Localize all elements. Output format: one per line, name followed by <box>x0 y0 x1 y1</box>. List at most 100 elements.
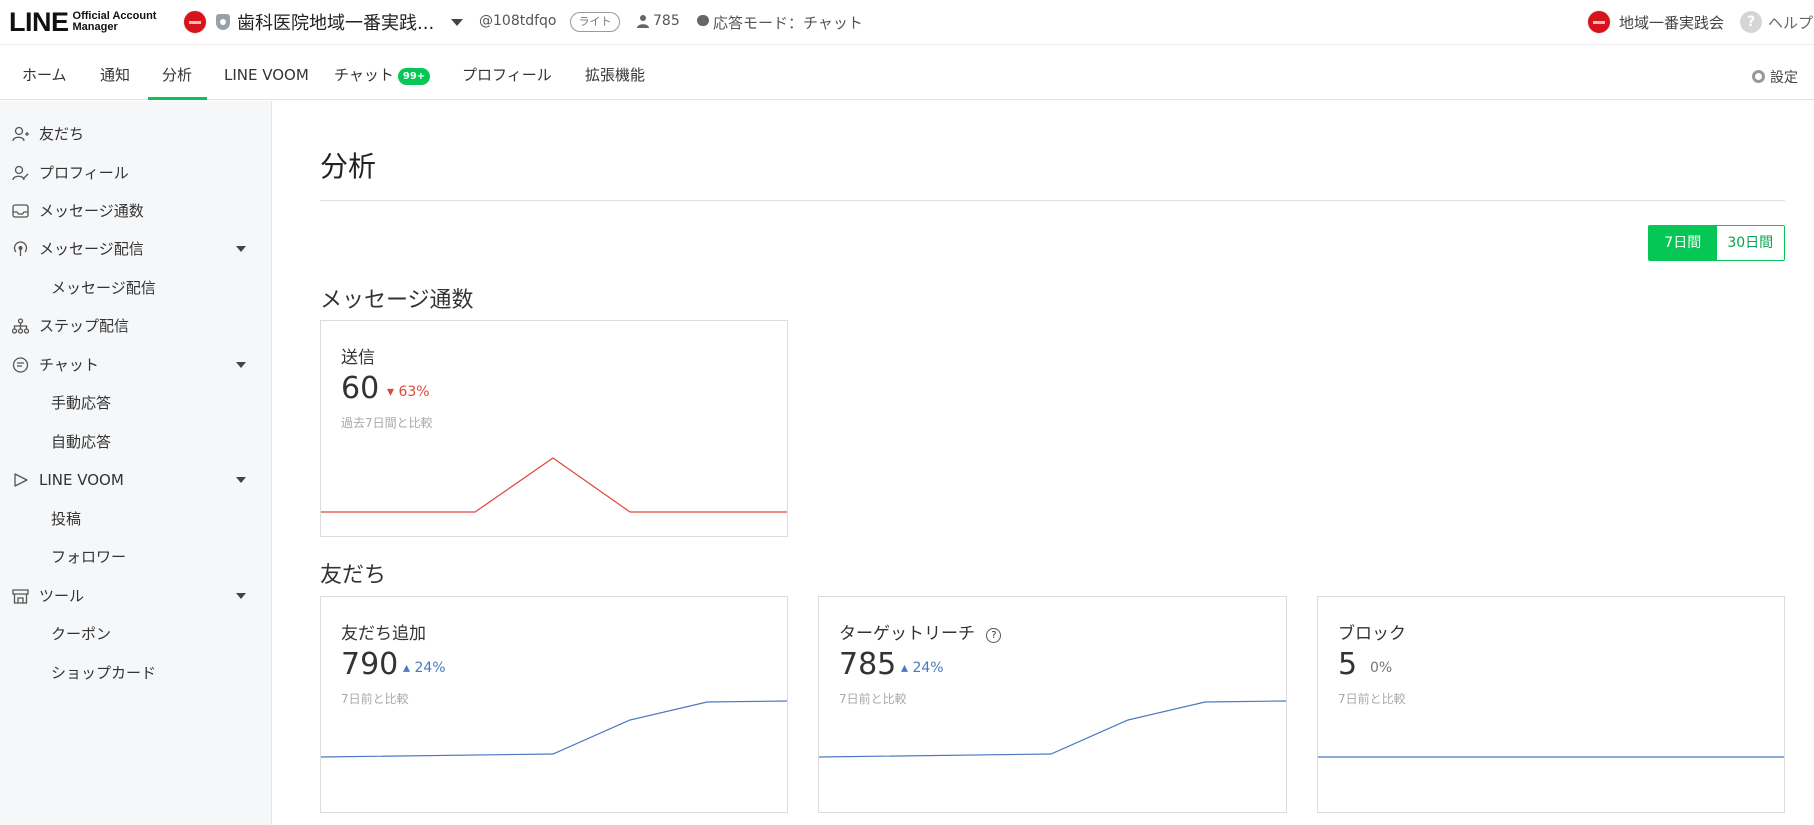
range-30-days-button[interactable]: 30日間 <box>1717 226 1785 260</box>
target-reach-sparkline <box>819 700 1286 758</box>
logo-line-text: LINE <box>9 7 69 37</box>
top-header: LINE Official Account Manager 歯科医院地域一番実践… <box>0 0 1814 45</box>
friends-count-icon <box>637 15 649 28</box>
settings-label: 設定 <box>1770 70 1798 86</box>
metric-label: ターゲットリーチ ? <box>839 619 1002 644</box>
sidebar-subitem-followers[interactable]: フォロワー <box>0 542 271 572</box>
sidebar-item-message-broadcast[interactable]: メッセージ配信 <box>0 234 271 264</box>
account-switch-chevron-down-icon[interactable] <box>451 19 463 26</box>
trend-up-icon: ▴ <box>403 660 411 676</box>
metric-card-target-reach[interactable]: ターゲットリーチ ? 785 ▴ 24% 7日前と比較 <box>818 596 1287 813</box>
sidebar-item-chat[interactable]: チャット <box>0 350 271 380</box>
logo-sub-text: Official Account Manager <box>73 11 157 33</box>
friends-added-sparkline <box>321 700 787 758</box>
range-7-days-button[interactable]: 7日間 <box>1649 226 1717 260</box>
main-nav: ホーム 通知 分析 LINE VOOM チャット 99+ プロフィール 拡張機能 <box>0 46 1814 100</box>
sidebar-item-profile[interactable]: プロフィール <box>0 158 271 188</box>
page-title: 分析 <box>320 150 377 183</box>
help-icon[interactable]: ? <box>1740 11 1762 33</box>
sidebar-label: ツール <box>39 587 85 605</box>
metric-card-sent[interactable]: 送信 60 ▾ 63% 過去7日間と比較 <box>320 320 788 537</box>
sidebar-item-message-count[interactable]: メッセージ通数 <box>0 196 271 226</box>
nav-tab-home[interactable]: ホーム <box>22 46 67 99</box>
metric-change: ▴ 24% <box>403 660 446 676</box>
nav-tab-extensions[interactable]: 拡張機能 <box>585 46 645 99</box>
nav-tab-line-voom[interactable]: LINE VOOM <box>224 46 309 99</box>
nav-tab-analytics[interactable]: 分析 <box>147 46 208 100</box>
sidebar-subitem-posts[interactable]: 投稿 <box>0 504 271 534</box>
account-id: @108tdfqo <box>479 13 557 29</box>
sidebar-label: メッセージ配信 <box>39 240 144 258</box>
sidebar-label: LINE VOOM <box>39 471 124 489</box>
response-mode[interactable]: 応答モード：チャット <box>713 12 863 33</box>
verified-shield-icon <box>216 14 230 30</box>
sidebar-label: ショップカード <box>51 664 157 682</box>
sidebar-subitem-message-broadcast[interactable]: メッセージ配信 <box>0 273 271 303</box>
nav-tab-profile[interactable]: プロフィール <box>462 46 552 99</box>
metric-value: 60 <box>341 371 380 406</box>
blocks-sparkline <box>1318 756 1784 758</box>
nav-tab-chat[interactable]: チャット 99+ <box>334 46 431 99</box>
sidebar-label: ステップ配信 <box>39 317 130 335</box>
sidebar-subitem-auto-reply[interactable]: 自動応答 <box>0 427 271 457</box>
sidebar-item-tools[interactable]: ツール <box>0 581 271 611</box>
trend-down-icon: ▾ <box>387 384 395 400</box>
user-account-name[interactable]: 地域一番実践会 <box>1619 12 1724 33</box>
store-icon <box>12 589 29 604</box>
sidebar-label: チャット <box>39 356 99 374</box>
sidebar-label: フォロワー <box>51 548 127 566</box>
chevron-down-icon[interactable] <box>236 246 246 252</box>
metric-label: ブロック <box>1338 624 1406 644</box>
metric-change-value: 24% <box>414 660 446 676</box>
sidebar-label: メッセージ通数 <box>39 202 144 220</box>
logo-sub-line-2: Manager <box>72 21 118 33</box>
metric-value: 790 <box>341 647 399 682</box>
nav-tab-notifications[interactable]: 通知 <box>100 46 130 99</box>
sidebar-item-friends[interactable]: 友だち <box>0 119 271 149</box>
line-oa-logo[interactable]: LINE Official Account Manager <box>9 7 157 37</box>
metric-label: 友だち追加 <box>341 624 426 644</box>
sidebar-subitem-manual-reply[interactable]: 手動応答 <box>0 388 271 418</box>
chat-unread-badge: 99+ <box>397 68 431 85</box>
voom-icon <box>14 473 28 487</box>
account-avatar[interactable] <box>183 10 207 34</box>
settings-button[interactable]: 設定 <box>1752 67 1798 87</box>
metric-value: 785 <box>839 647 897 682</box>
metric-card-blocks[interactable]: ブロック 5 0% 7日前と比較 <box>1317 596 1785 813</box>
metric-label: 送信 <box>341 348 375 368</box>
sidebar-label: 投稿 <box>51 510 82 528</box>
help-link[interactable]: ヘルプ <box>1768 12 1813 33</box>
metric-change-value: 63% <box>398 384 430 400</box>
profile-icon <box>12 165 29 181</box>
info-question-icon[interactable]: ? <box>986 628 1002 643</box>
sidebar-label: 自動応答 <box>51 433 112 451</box>
step-icon <box>12 318 29 334</box>
gear-icon <box>1752 70 1765 83</box>
chevron-down-icon[interactable] <box>236 362 246 368</box>
chat-bubble-icon <box>697 15 709 26</box>
user-avatar[interactable] <box>1587 10 1611 34</box>
account-name[interactable]: 歯科医院地域一番実践... <box>237 9 434 35</box>
sidebar-label: プロフィール <box>39 164 129 182</box>
sidebar-item-step-delivery[interactable]: ステップ配信 <box>0 311 271 341</box>
chevron-down-icon[interactable] <box>236 477 246 483</box>
metric-change: ▴ 24% <box>901 660 944 676</box>
section-title-friends: 友だち <box>320 563 387 588</box>
inbox-icon <box>12 204 29 218</box>
sidebar-label: 手動応答 <box>51 394 112 412</box>
chat-icon <box>12 357 29 373</box>
sidebar-item-line-voom[interactable]: LINE VOOM <box>0 465 271 495</box>
plan-badge: ライト <box>570 12 620 32</box>
metric-change-value: 0% <box>1370 660 1393 676</box>
chevron-down-icon[interactable] <box>236 593 246 599</box>
nav-tab-chat-label: チャット <box>334 66 394 84</box>
broadcast-icon <box>13 241 28 256</box>
sidebar-subitem-shop-card[interactable]: ショップカード <box>0 658 271 688</box>
sidebar-subitem-coupon[interactable]: クーポン <box>0 619 271 649</box>
sidebar-label: メッセージ配信 <box>51 279 156 297</box>
sent-sparkline <box>321 457 787 513</box>
title-divider <box>320 200 1785 201</box>
metric-card-friends-added[interactable]: 友だち追加 790 ▴ 24% 7日前と比較 <box>320 596 788 813</box>
trend-up-icon: ▴ <box>901 660 909 676</box>
metric-value: 5 <box>1338 647 1358 682</box>
